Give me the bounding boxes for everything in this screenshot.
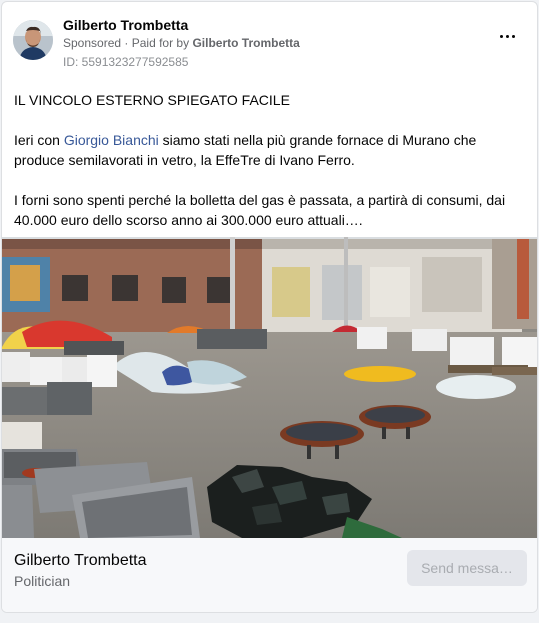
author-avatar[interactable] bbox=[13, 20, 53, 60]
sponsored-label[interactable]: Sponsored bbox=[63, 36, 121, 50]
separator-dot: · bbox=[124, 36, 132, 50]
page-name[interactable]: Gilberto Trombetta bbox=[14, 552, 147, 570]
post-paragraph-3: I forni sono spenti perché la bolletta d… bbox=[14, 192, 506, 228]
post-headline: IL VINCOLO ESTERNO SPIEGATO FACILE bbox=[14, 92, 290, 108]
more-options-button[interactable] bbox=[493, 26, 521, 46]
author-name[interactable]: Gilberto Trombetta bbox=[63, 17, 188, 33]
send-message-button[interactable]: Send messa… bbox=[407, 550, 527, 586]
ad-footer: Gilberto Trombetta Politician Send messa… bbox=[2, 538, 537, 612]
paid-for-prefix: Paid for by bbox=[131, 36, 190, 50]
post-image[interactable] bbox=[2, 237, 537, 538]
ad-id: ID: 5591323277592585 bbox=[63, 55, 189, 69]
sponsored-line: Sponsored · Paid for by Gilberto Trombet… bbox=[63, 36, 300, 50]
paid-for-name: Gilberto Trombetta bbox=[192, 36, 300, 50]
more-dot-2 bbox=[505, 34, 509, 38]
post-text: IL VINCOLO ESTERNO SPIEGATO FACILE Ieri … bbox=[14, 90, 526, 250]
paragraph-2-start: Ieri con bbox=[14, 132, 64, 148]
post-header: Gilberto Trombetta Sponsored · Paid for … bbox=[13, 17, 525, 70]
page-category: Politician bbox=[14, 573, 71, 589]
post-paragraph-2: Ieri con Giorgio Bianchi siamo stati nel… bbox=[14, 130, 526, 170]
ad-card: Gilberto Trombetta Sponsored · Paid for … bbox=[1, 1, 538, 613]
more-horizontal-icon bbox=[499, 34, 503, 38]
tagged-person-link[interactable]: Giorgio Bianchi bbox=[64, 132, 159, 148]
more-dot-3 bbox=[511, 34, 515, 38]
